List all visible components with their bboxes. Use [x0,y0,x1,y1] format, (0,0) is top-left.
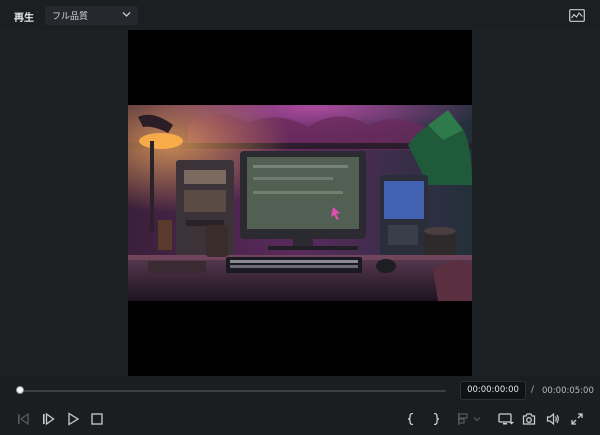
play-icon [68,412,80,426]
volume-icon [546,412,559,426]
player-title: 再生 [14,13,34,24]
mark-out-button[interactable] [428,411,444,427]
preview-area [0,30,600,376]
video-frame-image [128,105,472,301]
add-marker-button[interactable] [452,411,486,427]
volume-button[interactable] [545,411,561,427]
display-dropdown-button[interactable] [496,411,516,427]
quality-dropdown[interactable]: フル品質 [45,6,138,25]
waveform-scope-icon[interactable] [569,9,585,22]
add-marker-icon [458,413,468,425]
player-toolbar: 再生 フル品質 [0,0,600,30]
playback-controls: 00:00:00:00 / 00:00:05:00 [0,376,600,435]
timecode-separator: / [531,385,535,395]
duration-timecode: 00:00:05:00 [542,386,594,396]
previous-frame-icon [18,412,29,426]
snapshot-icon [522,413,536,425]
display-dropdown-icon [498,413,514,425]
timeline-scrubber[interactable] [16,386,446,394]
chevron-down-icon [122,12,131,17]
mark-out-icon [433,412,440,426]
video-canvas[interactable] [128,30,472,376]
quality-value: フル品質 [52,12,89,22]
fullscreen-button[interactable] [569,411,585,427]
mark-in-button[interactable] [403,411,419,427]
next-frame-button[interactable] [40,411,56,427]
snapshot-button[interactable] [521,411,537,427]
scrubber-handle[interactable] [16,386,24,394]
mark-in-icon [407,412,414,426]
fullscreen-icon [571,413,583,425]
previous-frame-button[interactable] [15,411,31,427]
stop-button[interactable] [89,411,105,427]
chevron-down-icon [473,417,481,422]
next-frame-icon [43,412,55,426]
stop-icon [91,413,103,425]
current-timecode-input[interactable]: 00:00:00:00 [460,381,526,400]
play-button[interactable] [65,411,81,427]
